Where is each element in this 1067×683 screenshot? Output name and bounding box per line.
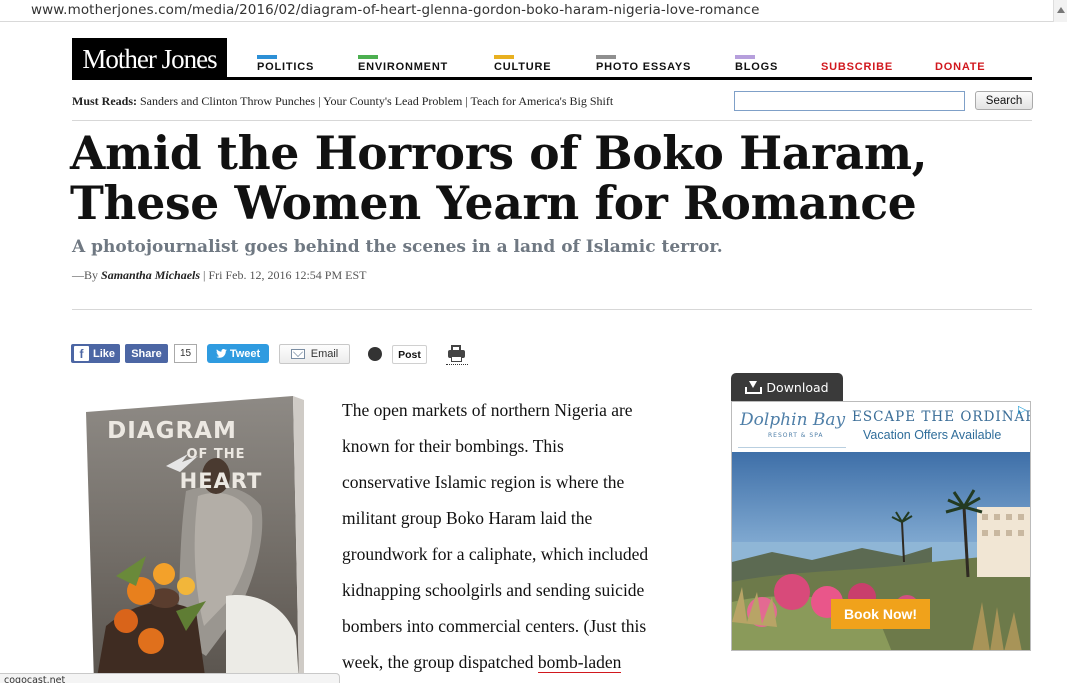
- must-read-link[interactable]: Your County's Lead Problem: [323, 94, 462, 108]
- ad-choices-icon[interactable]: ▷: [1018, 403, 1030, 416]
- nav-item-environment[interactable]: ENVIRONMENT: [358, 55, 449, 73]
- tweet-label: Tweet: [229, 347, 261, 360]
- advertisement[interactable]: Dolphin Bay RESORT & SPA ESCAPE THE ORDI…: [731, 401, 1031, 651]
- separator: |: [315, 94, 324, 108]
- article-headline: Amid the Horrors of Boko Haram, These Wo…: [70, 128, 970, 228]
- nav-label: CULTURE: [494, 61, 552, 73]
- headline-line: Amid the Horrors of Boko Haram,: [70, 126, 928, 180]
- article-line: bombers into commercial centers. (Just t…: [342, 616, 647, 636]
- facebook-like-button[interactable]: f Like: [71, 344, 120, 363]
- search-button[interactable]: Search: [975, 91, 1033, 110]
- ad-header: Dolphin Bay RESORT & SPA ESCAPE THE ORDI…: [732, 402, 1031, 452]
- ad-headline: ESCAPE THE ORDINARY: [852, 409, 1031, 425]
- envelope-icon: [290, 349, 305, 359]
- article-line: The open markets of northern Nigeria are: [342, 400, 633, 420]
- nav-label: PHOTO ESSAYS: [596, 61, 692, 73]
- article-line: kidnapping schoolgirls and sending suici…: [342, 580, 645, 600]
- nav-color-bar: [735, 55, 755, 59]
- author-link[interactable]: Samantha Michaels: [101, 268, 200, 282]
- download-icon: [745, 380, 763, 394]
- article-line: conservative Islamic region is where the: [342, 472, 625, 492]
- facebook-icon: f: [74, 346, 89, 361]
- email-label: Email: [310, 348, 339, 360]
- must-reads-label: Must Reads:: [72, 94, 137, 108]
- must-reads-bar: Must Reads: Sanders and Clinton Throw Pu…: [72, 94, 613, 109]
- article-line-text: week, the group dispatched: [342, 652, 538, 672]
- article-line: known for their bombings. This: [342, 436, 564, 456]
- book-cover-illustration: DIAGRAM OF THE HEART: [86, 396, 304, 683]
- main-nav: POLITICS ENVIRONMENT CULTURE PHOTO ESSAY…: [227, 38, 1032, 80]
- article-body: The open markets of northern Nigeria are…: [342, 392, 707, 680]
- byline: —By Samantha Michaels | Fri Feb. 12, 201…: [72, 268, 366, 283]
- nav-item-blogs[interactable]: BLOGS: [735, 55, 779, 73]
- ad-logo-subtext: RESORT & SPA: [768, 432, 824, 439]
- nav-item-politics[interactable]: POLITICS: [257, 55, 315, 73]
- book-title-line: HEART: [180, 469, 263, 493]
- nav-item-donate[interactable]: DONATE: [935, 61, 985, 73]
- article-line: week, the group dispatched bomb-laden: [342, 644, 707, 680]
- post-button[interactable]: Post: [392, 345, 427, 364]
- headline-line: These Women Yearn for Romance: [70, 176, 917, 230]
- nav-item-culture[interactable]: CULTURE: [494, 55, 552, 73]
- download-label: Download: [766, 379, 829, 395]
- tweet-button[interactable]: Tweet: [207, 344, 269, 363]
- nav-label: POLITICS: [257, 61, 315, 73]
- email-button[interactable]: Email: [279, 344, 350, 364]
- article-line: militant group Boko Haram laid the: [342, 508, 593, 528]
- nav-color-bar: [596, 55, 616, 59]
- nav-color-bar: [257, 55, 277, 59]
- browser-url-bar[interactable]: www.motherjones.com/media/2016/02/diagra…: [0, 0, 1067, 22]
- status-text: cogocast.net: [4, 675, 66, 683]
- article-inline-link[interactable]: bomb-laden: [537, 652, 622, 673]
- download-button[interactable]: Download: [731, 373, 843, 401]
- nav-color-bar: [358, 55, 378, 59]
- book-title-line: DIAGRAM: [107, 418, 237, 444]
- separator: |: [462, 94, 471, 108]
- search-input[interactable]: [734, 91, 965, 111]
- like-label: Like: [93, 347, 116, 360]
- book-now-button[interactable]: Book Now!: [831, 599, 930, 629]
- nav-item-photo-essays[interactable]: PHOTO ESSAYS: [596, 55, 692, 73]
- ad-logo-text: Dolphin Bay: [740, 410, 846, 430]
- article-dek: A photojournalist goes behind the scenes…: [72, 237, 723, 257]
- printer-paper: [451, 356, 462, 362]
- nav-color-bar: [494, 55, 514, 59]
- print-icon[interactable]: [446, 345, 468, 365]
- must-read-link[interactable]: Teach for America's Big Shift: [471, 94, 614, 108]
- nav-item-subscribe[interactable]: SUBSCRIBE: [821, 61, 893, 73]
- url-text[interactable]: www.motherjones.com/media/2016/02/diagra…: [31, 2, 759, 18]
- divider: [72, 309, 1032, 310]
- nav-label: ENVIRONMENT: [358, 61, 449, 73]
- comment-bubble-icon[interactable]: [368, 347, 382, 361]
- nav-label: BLOGS: [735, 61, 779, 73]
- ad-logo: Dolphin Bay RESORT & SPA: [738, 406, 846, 448]
- facebook-share-button[interactable]: Share: [125, 344, 168, 363]
- article-line: groundwork for a caliphate, which includ…: [342, 544, 649, 564]
- twitter-bird-icon: [215, 349, 227, 358]
- share-count-badge: 15: [174, 344, 197, 363]
- book-title-line: OF THE: [186, 447, 245, 462]
- book-cover-image: DIAGRAM OF THE HEART: [86, 396, 304, 683]
- site-logo[interactable]: Mother Jones: [72, 38, 227, 80]
- must-read-link[interactable]: Sanders and Clinton Throw Punches: [140, 94, 315, 108]
- publish-date: Fri Feb. 12, 2016 12:54 PM EST: [208, 268, 367, 282]
- browser-status-bar: cogocast.net: [0, 673, 340, 683]
- divider: [72, 120, 1032, 121]
- scroll-up-arrow-icon[interactable]: [1053, 0, 1067, 22]
- byline-prefix: —By: [72, 268, 99, 282]
- ad-subline: Vacation Offers Available: [863, 428, 1002, 442]
